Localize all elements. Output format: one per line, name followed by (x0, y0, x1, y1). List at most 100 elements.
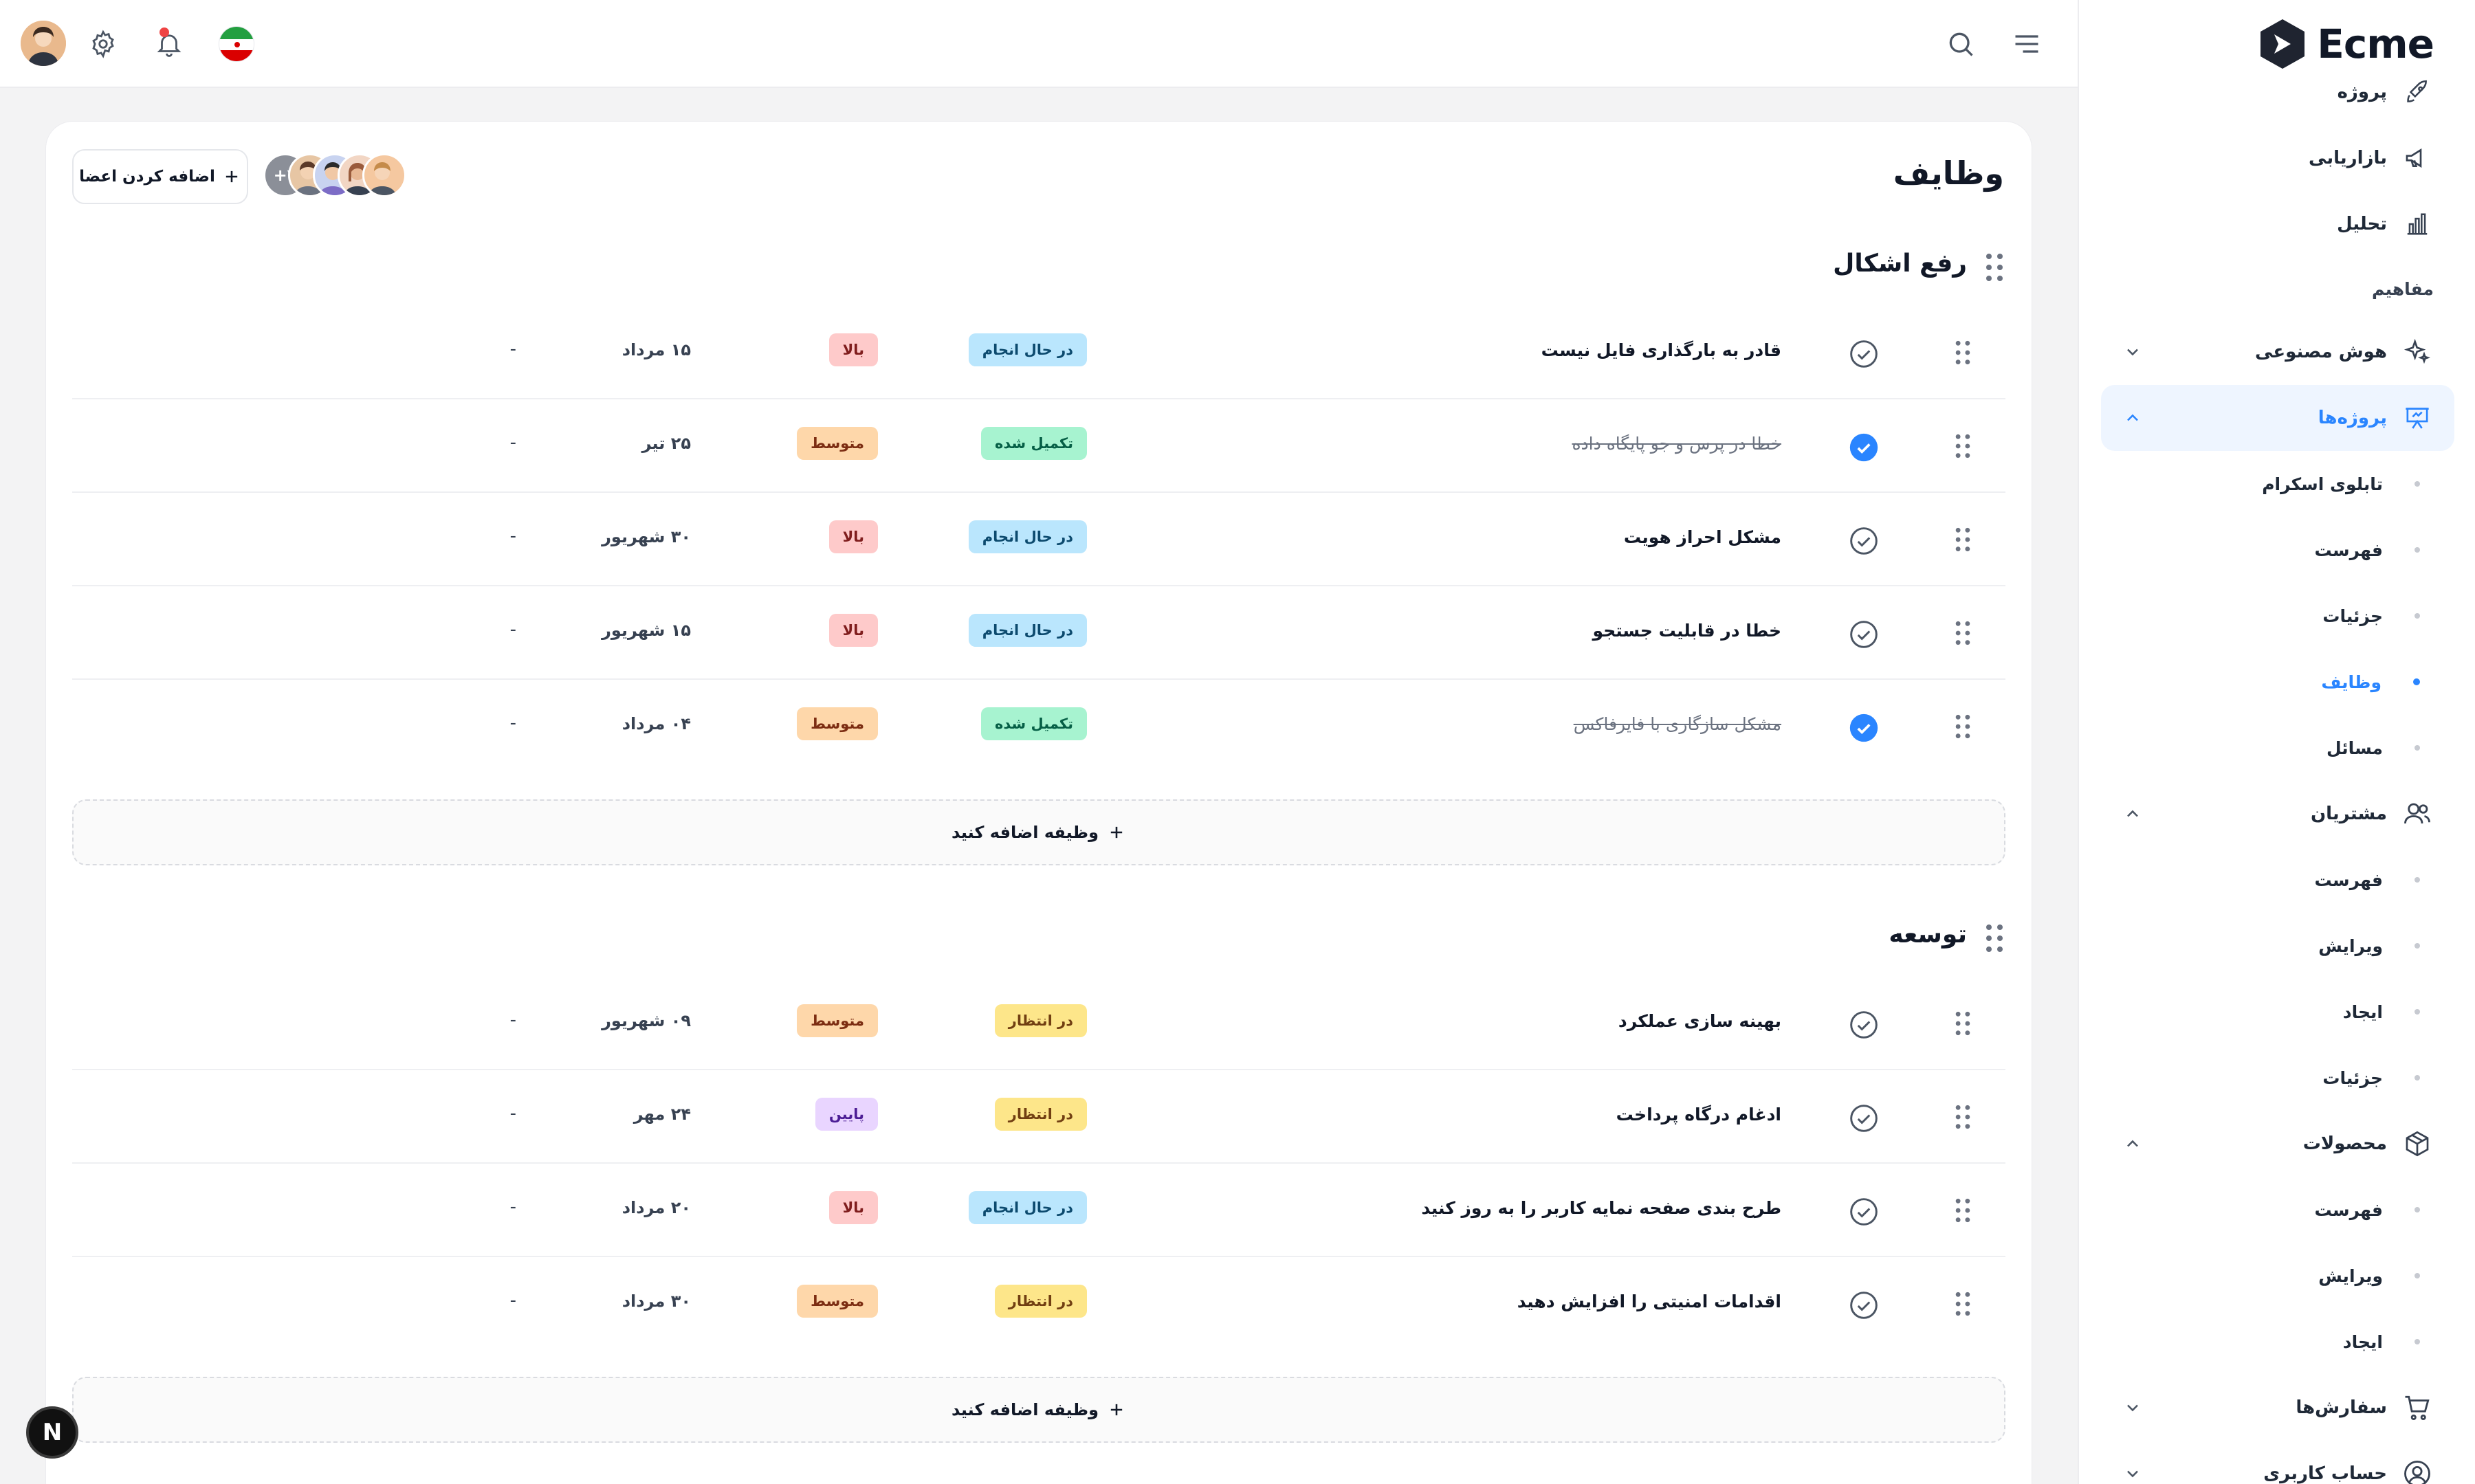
sidebar-item-account[interactable]: حساب کاربری (2101, 1441, 2454, 1484)
assignee[interactable]: - (510, 1197, 516, 1217)
assignee[interactable]: - (510, 526, 516, 546)
add-task-button[interactable]: وظیفه اضافه کنید (72, 799, 2005, 865)
sidebar-subitem-list[interactable]: فهرست (2101, 1177, 2454, 1243)
sidebar-subitem-label: جزئیات (2322, 1067, 2383, 1088)
priority-badge: بالا (828, 520, 878, 553)
task-row[interactable]: مشکل احراز هویت در حال انجام بالا ۳۰ شهریور… (72, 493, 2005, 586)
check-circle-icon[interactable] (1849, 1010, 1879, 1040)
dev-indicator-button[interactable]: N (26, 1406, 78, 1459)
sidebar-subitem-create[interactable]: ایجاد (2101, 979, 2454, 1045)
drag-handle-icon[interactable] (1985, 923, 2004, 953)
drag-handle-icon[interactable] (1955, 1289, 1971, 1319)
sidebar-subitem-label: فهرست (2314, 540, 2383, 560)
task-row[interactable]: ادغام درگاه پرداخت در انتظار پایین ۲۴ مهر - (72, 1070, 2005, 1164)
task-name[interactable]: خطا در قابلیت جستجو (1593, 621, 1781, 641)
assignee[interactable]: - (510, 713, 516, 733)
priority-badge: متوسط (797, 707, 878, 740)
member-avatars[interactable]: ۳+ (263, 153, 408, 200)
top-bar (0, 0, 2078, 88)
notifications-button[interactable] (147, 22, 191, 66)
task-name[interactable]: بهینه سازی عملکرد (1618, 1011, 1781, 1031)
sidebar-item-ai[interactable]: هوش مصنوعی (2101, 319, 2454, 385)
task-row[interactable]: خطا در قابلیت جستجو در حال انجام بالا ۱۵ شه… (72, 586, 2005, 680)
drag-handle-icon[interactable] (1955, 711, 1971, 742)
task-name[interactable]: خطا در پرس و جو پایگاه داده (1572, 434, 1781, 454)
sidebar-subitem-details[interactable]: جزئیات (2101, 583, 2454, 649)
drag-handle-icon[interactable] (1955, 524, 1971, 555)
sidebar-subitem-list[interactable]: فهرست (2101, 517, 2454, 583)
settings-button[interactable] (81, 22, 125, 66)
sidebar-subitem-scrum-board[interactable]: تابلوی اسکرام (2101, 451, 2454, 517)
sidebar-item-analytics[interactable]: تحلیل (2101, 191, 2454, 257)
task-name[interactable]: ادغام درگاه پرداخت (1616, 1105, 1781, 1125)
sidebar-item-project[interactable]: پروژه (2101, 59, 2454, 125)
task-name[interactable]: اقدامات امنیتی را افزایش دهید (1517, 1292, 1781, 1311)
task-row[interactable]: قادر به بارگذاری فایل نیست در حال انجام با… (72, 306, 2005, 399)
sidebar-item-label: پروژه‌ها (2318, 408, 2387, 428)
task-name[interactable]: مشکل احراز هویت (1624, 527, 1781, 547)
sidebar-subitem-edit[interactable]: ویرایش (2101, 1243, 2454, 1309)
check-circle-icon[interactable] (1849, 1290, 1879, 1320)
check-circle-icon[interactable] (1849, 619, 1879, 650)
assignee[interactable]: - (510, 619, 516, 640)
assignee[interactable]: - (510, 339, 516, 359)
drag-handle-icon[interactable] (1955, 431, 1971, 461)
sidebar-item-orders[interactable]: سفارش‌ها (2101, 1375, 2454, 1441)
due-date: ۲۵ تیر (641, 434, 691, 453)
plus-icon (226, 170, 238, 183)
menu-toggle-button[interactable] (2005, 22, 2049, 66)
priority-badge: متوسط (797, 1004, 878, 1037)
checked-circle-icon[interactable] (1849, 432, 1879, 463)
drag-handle-icon[interactable] (1955, 1102, 1971, 1132)
task-name[interactable]: مشکل سازگاری با فایرفاکس (1574, 714, 1781, 734)
check-circle-icon[interactable] (1849, 339, 1879, 369)
assignee[interactable]: - (510, 1290, 516, 1311)
sidebar-subitem-edit[interactable]: ویرایش (2101, 913, 2454, 979)
checked-circle-icon[interactable] (1849, 713, 1879, 743)
sidebar-subitem-create[interactable]: ایجاد (2101, 1309, 2454, 1375)
check-circle-icon[interactable] (1849, 1103, 1879, 1133)
sidebar-subitem-issues[interactable]: مسائل (2101, 715, 2454, 781)
status-badge: تکمیل شده (981, 707, 1087, 740)
add-task-button[interactable]: وظیفه اضافه کنید (72, 1377, 2005, 1443)
chevron-up-icon (2127, 414, 2138, 421)
check-circle-icon[interactable] (1849, 1197, 1879, 1227)
language-flag-icon[interactable] (219, 26, 254, 62)
drag-handle-icon[interactable] (1955, 1195, 1971, 1226)
member-avatar[interactable] (362, 153, 406, 197)
sidebar-subitem-tasks[interactable]: وظایف (2101, 649, 2454, 715)
task-row[interactable]: اقدامات امنیتی را افزایش دهید در انتظار مت… (72, 1257, 2005, 1351)
due-date: ۲۴ مهر (633, 1105, 691, 1124)
drag-handle-icon[interactable] (1955, 618, 1971, 648)
sidebar-subitem-label: فهرست (2314, 870, 2383, 890)
task-row[interactable]: طرح بندی صفحه نمایه کاربر را به روز کنید… (72, 1164, 2005, 1257)
sidebar-item-projects[interactable]: پروژه‌ها (2101, 385, 2454, 451)
chevron-down-icon (2127, 348, 2138, 356)
gear-icon (92, 30, 114, 58)
task-name[interactable]: قادر به بارگذاری فایل نیست (1541, 340, 1781, 360)
task-row[interactable]: مشکل سازگاری با فایرفاکس تکمیل شده متوسط ۰۴… (72, 680, 2005, 773)
sparkles-icon (2401, 335, 2434, 368)
user-avatar[interactable] (21, 21, 66, 66)
search-button[interactable] (1939, 22, 1983, 66)
drag-handle-icon[interactable] (1955, 1008, 1971, 1039)
sidebar-subitem-details[interactable]: جزئیات (2101, 1045, 2454, 1111)
sidebar-item-customers[interactable]: مشتریان (2101, 781, 2454, 847)
sidebar-subitem-label: ویرایش (2318, 1265, 2383, 1286)
sidebar-item-products[interactable]: محصولات (2101, 1111, 2454, 1177)
task-row[interactable]: بهینه سازی عملکرد در انتظار متوسط ۰۹ شهریور… (72, 977, 2005, 1070)
megaphone-icon (2401, 142, 2434, 175)
add-members-button[interactable]: اضافه کردن اعضا (72, 149, 248, 204)
sidebar-item-marketing[interactable]: بازاریابی (2101, 125, 2454, 191)
search-icon (1949, 32, 1973, 56)
sidebar-subitem-list[interactable]: فهرست (2101, 847, 2454, 913)
due-date: ۰۹ شهریور (602, 1011, 691, 1030)
task-row[interactable]: خطا در پرس و جو پایگاه داده تکمیل شده متوس… (72, 399, 2005, 493)
drag-handle-icon[interactable] (1985, 252, 2004, 283)
drag-handle-icon[interactable] (1955, 337, 1971, 368)
assignee[interactable]: - (510, 1010, 516, 1030)
assignee[interactable]: - (510, 1103, 516, 1124)
assignee[interactable]: - (510, 432, 516, 453)
task-name[interactable]: طرح بندی صفحه نمایه کاربر را به روز کنید (1421, 1198, 1781, 1218)
check-circle-icon[interactable] (1849, 526, 1879, 556)
